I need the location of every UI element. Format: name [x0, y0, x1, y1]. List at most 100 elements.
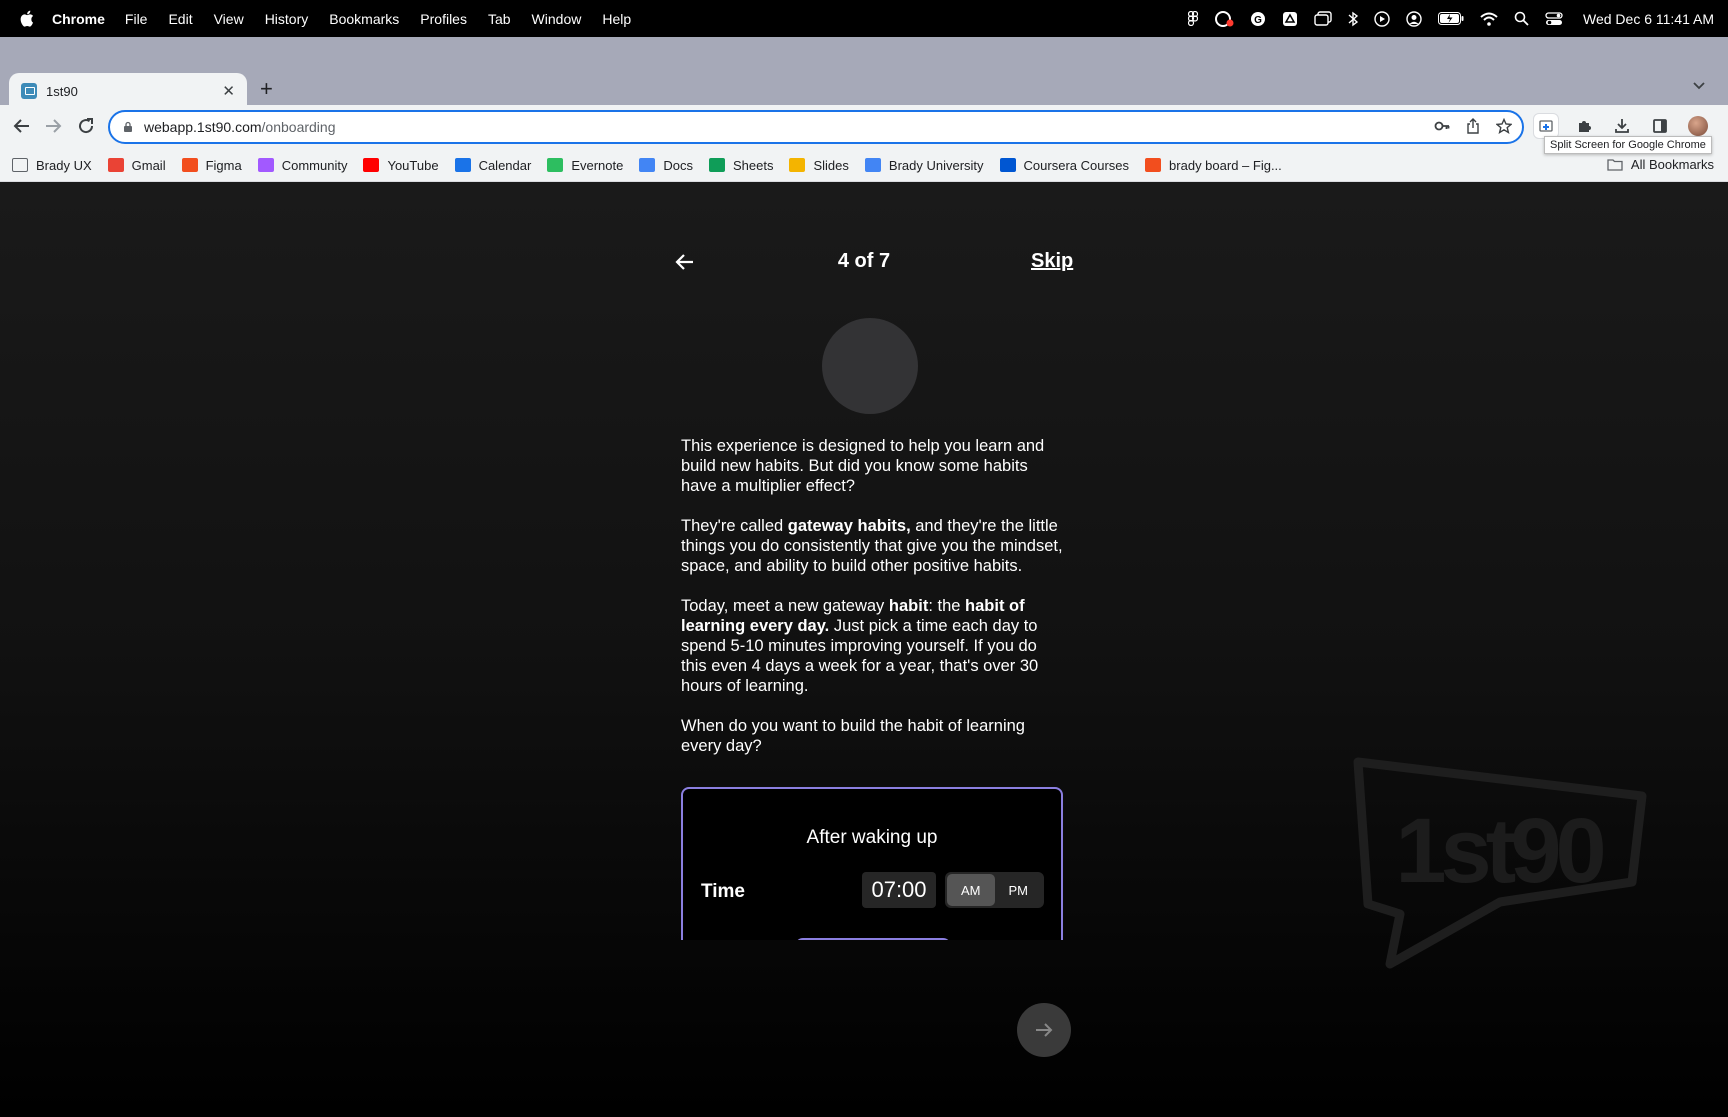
bookmark-item[interactable]: Coursera Courses	[999, 157, 1130, 173]
1st90-watermark-logo: 1st90	[1353, 757, 1647, 969]
bookmark-favicon-icon	[547, 158, 564, 172]
svg-text:G: G	[1254, 15, 1262, 26]
copy-question: When do you want to build the habit of l…	[681, 717, 1025, 755]
bookmark-item[interactable]: Figma	[181, 157, 242, 173]
bookmark-item[interactable]: Community	[257, 157, 348, 173]
drive-icon[interactable]	[1282, 11, 1298, 27]
onboarding-back-icon[interactable]	[673, 250, 697, 279]
bookmark-label: brady board – Fig...	[1169, 157, 1282, 173]
menu-tab[interactable]: Tab	[488, 11, 511, 27]
bookmark-item[interactable]: Docs	[639, 158, 693, 173]
bookmark-label: Calendar	[478, 157, 532, 173]
bookmark-item[interactable]: brady board – Fig...	[1145, 158, 1282, 173]
bookmark-label: Figma	[205, 157, 242, 173]
bookmark-favicon-icon	[999, 158, 1016, 172]
am-pm-toggle[interactable]: AM PM	[945, 872, 1044, 908]
bookmark-label: Brady UX	[36, 157, 92, 173]
menu-help[interactable]: Help	[602, 11, 631, 27]
tab-search-chevron-icon[interactable]	[1692, 78, 1706, 96]
tab-strip: 1st90 ✕ +	[0, 37, 1728, 109]
onboarding-copy: This experience is designed to help you …	[681, 436, 1067, 776]
bookmark-favicon-icon	[181, 158, 198, 172]
windows-icon[interactable]	[1314, 11, 1332, 26]
bookmark-item[interactable]: Brady UX	[12, 158, 92, 173]
menu-view[interactable]: View	[214, 11, 244, 27]
menu-app-chrome[interactable]: Chrome	[52, 11, 105, 27]
all-bookmarks-label: All Bookmarks	[1630, 157, 1714, 172]
bookmark-favicon-icon	[864, 158, 881, 172]
bookmark-item[interactable]: Sheets	[709, 158, 773, 173]
menu-file[interactable]: File	[125, 11, 148, 27]
figma-status-icon[interactable]	[1188, 11, 1198, 26]
bookmark-item[interactable]: Slides	[789, 157, 849, 173]
back-icon[interactable]	[12, 116, 32, 141]
bookmark-star-icon[interactable]	[1495, 117, 1513, 137]
menu-edit[interactable]: Edit	[168, 11, 192, 27]
tab-1st90[interactable]: 1st90 ✕	[9, 73, 247, 109]
menu-profiles[interactable]: Profiles	[420, 11, 467, 27]
copy-paragraph-3: Today, meet a new gateway habit: the hab…	[681, 597, 1039, 695]
menu-bookmarks[interactable]: Bookmarks	[329, 11, 399, 27]
bookmark-label: Gmail	[131, 157, 166, 173]
bookmark-label: Sheets	[733, 157, 774, 173]
am-option[interactable]: AM	[947, 874, 995, 906]
bookmark-label: Brady University	[888, 157, 984, 173]
arrow-right-icon	[1036, 1023, 1053, 1037]
bookmark-item[interactable]: YouTube	[363, 158, 439, 173]
share-icon[interactable]	[1466, 118, 1480, 137]
bookmark-favicon-icon	[789, 158, 806, 172]
menubar-clock[interactable]: Wed Dec 6 11:41 AM	[1583, 11, 1714, 27]
time-option-card[interactable]: After waking up Time 07:00 AM PM	[681, 787, 1063, 940]
bookmark-item[interactable]: Evernote	[547, 158, 623, 173]
play-icon[interactable]	[1374, 10, 1390, 27]
spotlight-search-icon[interactable]	[1514, 11, 1529, 26]
bookmark-favicon-icon	[257, 158, 274, 172]
bookmark-item[interactable]: Calendar	[454, 157, 532, 173]
reload-icon[interactable]	[76, 116, 96, 141]
bluetooth-icon[interactable]	[1348, 11, 1358, 27]
password-key-icon[interactable]	[1434, 118, 1450, 137]
bookmark-item[interactable]: Gmail	[107, 157, 166, 173]
address-bar[interactable]: webapp.1st90.com/onboarding	[108, 110, 1524, 144]
copy-paragraph-1: This experience is designed to help you …	[681, 437, 1045, 495]
pm-option[interactable]: PM	[995, 874, 1043, 906]
1st90-favicon-icon	[21, 83, 37, 99]
bookmark-item[interactable]: Brady University	[864, 157, 984, 173]
apple-icon[interactable]	[0, 10, 52, 27]
tab-close-icon[interactable]: ✕	[222, 82, 235, 100]
hero-image-placeholder	[822, 318, 918, 414]
bookmark-label: Community	[281, 157, 348, 173]
card-action-button[interactable]	[795, 938, 951, 940]
control-center-icon[interactable]	[1545, 11, 1563, 26]
extension-tooltip: Split Screen for Google Chrome	[1544, 136, 1712, 154]
svg-text:1st90: 1st90	[1395, 800, 1603, 902]
all-bookmarks-button[interactable]: All Bookmarks	[1607, 157, 1714, 172]
wifi-icon[interactable]	[1480, 12, 1498, 26]
copy-paragraph-2: They're called gateway habits, and they'…	[681, 517, 1063, 575]
battery-icon[interactable]	[1438, 12, 1464, 25]
creative-cloud-icon[interactable]	[1214, 10, 1234, 27]
time-card-scroll-area[interactable]: After waking up Time 07:00 AM PM	[681, 787, 1063, 940]
bookmark-label: Docs	[663, 157, 693, 173]
chrome-menu-kebab-icon[interactable]	[1723, 113, 1728, 139]
tab-title: 1st90	[46, 83, 78, 99]
next-button[interactable]	[1017, 1003, 1071, 1057]
menu-window[interactable]: Window	[532, 11, 582, 27]
onboarding-page: 4 of 7 Skip This experience is designed …	[0, 182, 1728, 1117]
new-tab-icon[interactable]: +	[260, 76, 273, 102]
menu-history[interactable]: History	[265, 11, 309, 27]
bookmark-label: Slides	[813, 157, 849, 173]
forward-icon[interactable]	[43, 116, 63, 141]
bookmark-favicon-icon	[363, 158, 380, 172]
bookmark-label: Coursera Courses	[1023, 157, 1130, 173]
lock-icon[interactable]	[122, 121, 134, 133]
user-icon[interactable]	[1406, 10, 1422, 27]
bookmark-favicon-icon	[1145, 158, 1162, 172]
time-input[interactable]: 07:00	[862, 872, 936, 908]
skip-link[interactable]: Skip	[1031, 250, 1073, 273]
bookmark-favicon-icon	[107, 158, 124, 172]
folder-icon	[1607, 159, 1623, 171]
bookmarks-bar: Brady UX Gmail Figma Community YouTube Calend…	[0, 149, 1728, 182]
grammarly-icon[interactable]: G	[1250, 11, 1266, 27]
folder-icon	[12, 158, 28, 172]
